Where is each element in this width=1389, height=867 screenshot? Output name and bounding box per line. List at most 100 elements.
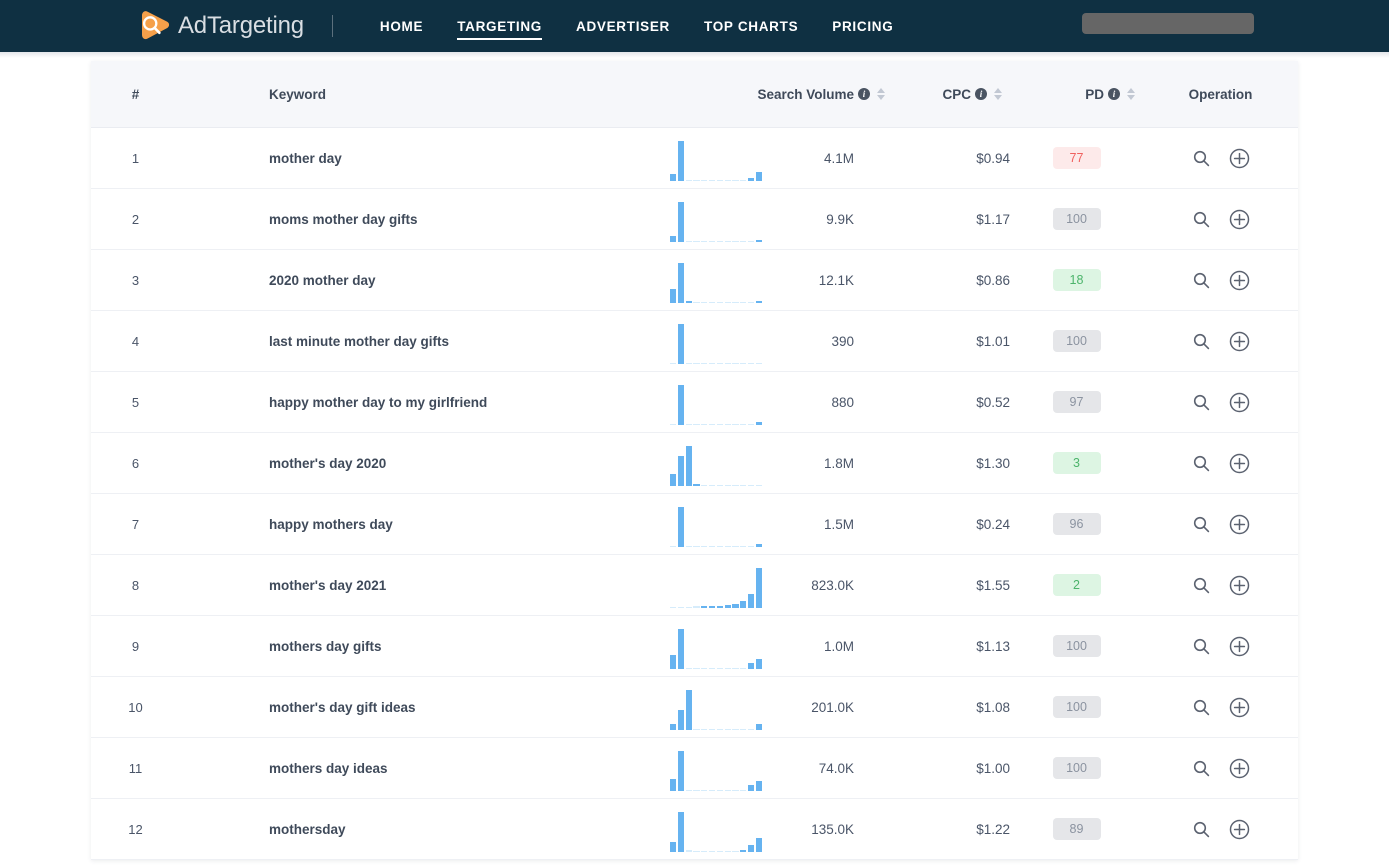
search-icon[interactable]	[1192, 820, 1211, 839]
plus-circle-icon[interactable]	[1229, 148, 1250, 169]
nav-item-top-charts[interactable]: TOP CHARTS	[687, 0, 815, 52]
row-search-volume-value: 9.9K	[826, 211, 854, 227]
row-keyword[interactable]: mother's day 2021	[180, 578, 670, 593]
sparkline-bar	[693, 729, 700, 730]
info-icon[interactable]: i	[975, 88, 987, 100]
table-body: 1 mother day 4.1M $0.94 77 2 moms mother day g…	[91, 128, 1298, 860]
sort-arrows-icon[interactable]	[994, 87, 1002, 101]
row-keyword[interactable]: mothers day gifts	[180, 639, 670, 654]
plus-circle-icon[interactable]	[1229, 270, 1250, 291]
search-icon[interactable]	[1192, 393, 1211, 412]
plus-circle-icon[interactable]	[1229, 697, 1250, 718]
plus-circle-icon[interactable]	[1229, 575, 1250, 596]
sparkline-bar	[677, 324, 685, 364]
table-row[interactable]: 11 mothers day ideas 74.0K $1.00 100	[91, 738, 1298, 799]
row-search-volume-value: 1.8M	[823, 455, 854, 471]
plus-circle-icon[interactable]	[1229, 636, 1250, 657]
table-row[interactable]: 1 mother day 4.1M $0.94 77	[91, 128, 1298, 189]
sparkline-bar	[701, 363, 708, 364]
sparkline-bar	[670, 474, 677, 486]
magnifier-logo-icon	[137, 8, 173, 44]
sparkline-bar	[670, 779, 677, 791]
row-keyword[interactable]: mothersday	[180, 822, 670, 837]
table-row[interactable]: 2 moms mother day gifts 9.9K $1.17 100	[91, 189, 1298, 250]
sparkline-bar	[677, 141, 685, 181]
sparkline-bar	[685, 241, 692, 242]
nav-item-pricing[interactable]: PRICING	[815, 0, 910, 52]
nav-item-targeting[interactable]: TARGETING	[440, 0, 559, 52]
sort-arrows-icon[interactable]	[877, 87, 885, 101]
pd-badge: 89	[1052, 818, 1101, 840]
sparkline-bar	[740, 601, 747, 608]
plus-circle-icon[interactable]	[1229, 819, 1250, 840]
pd-badge: 3	[1052, 452, 1101, 474]
sparkline-bar	[724, 424, 731, 425]
sparkline-bar	[755, 724, 763, 730]
sparkline-bar	[685, 546, 692, 547]
table-row[interactable]: 8 mother's day 2021 823.0K $1.55 2	[91, 555, 1298, 616]
sparkline-bar	[708, 790, 716, 791]
search-volume-sparkline	[670, 501, 763, 547]
plus-circle-icon[interactable]	[1229, 331, 1250, 352]
sort-arrows-icon[interactable]	[1127, 87, 1135, 101]
row-keyword[interactable]: mother day	[180, 151, 670, 166]
info-icon[interactable]: i	[1108, 88, 1120, 100]
row-keyword[interactable]: mothers day ideas	[180, 761, 670, 776]
search-icon[interactable]	[1192, 454, 1211, 473]
row-search-volume: 135.0K	[670, 806, 895, 852]
search-icon[interactable]	[1192, 332, 1211, 351]
row-search-volume: 880	[670, 379, 895, 425]
row-cpc: $1.13	[976, 638, 1010, 654]
table-row[interactable]: 12 mothersday 135.0K $1.22 89	[91, 799, 1298, 860]
table-row[interactable]: 3 2020 mother day 12.1K $0.86 18	[91, 250, 1298, 311]
brand-logo[interactable]: AdTargeting	[137, 0, 304, 52]
table-row[interactable]: 4 last minute mother day gifts 390 $1.01 100	[91, 311, 1298, 372]
table-row[interactable]: 7 happy mothers day 1.5M $0.24 96	[91, 494, 1298, 555]
table-row[interactable]: 10 mother's day gift ideas 201.0K $1.08 100	[91, 677, 1298, 738]
row-operation	[1143, 575, 1298, 596]
sparkline-bar	[685, 690, 692, 730]
sparkline-bar	[716, 851, 724, 852]
search-icon[interactable]	[1192, 210, 1211, 229]
header-search-input[interactable]	[1082, 13, 1254, 34]
row-keyword[interactable]: happy mothers day	[180, 517, 670, 532]
sparkline-bar	[677, 629, 685, 669]
pd-badge: 2	[1052, 574, 1101, 596]
sparkline-bar	[724, 180, 731, 181]
sparkline-bar	[740, 790, 747, 791]
sparkline-bar	[724, 790, 731, 791]
nav-item-advertiser[interactable]: ADVERTISER	[559, 0, 687, 52]
plus-circle-icon[interactable]	[1229, 758, 1250, 779]
table-header-row: # Keyword Search Volume i CPC i PD i Ope…	[91, 61, 1298, 128]
search-icon[interactable]	[1192, 576, 1211, 595]
keyword-table: # Keyword Search Volume i CPC i PD i Ope…	[91, 61, 1298, 860]
info-icon[interactable]: i	[858, 88, 870, 100]
search-icon[interactable]	[1192, 637, 1211, 656]
column-header-search-volume[interactable]: Search Volume i	[670, 87, 895, 102]
table-row[interactable]: 5 happy mother day to my girlfriend 880 $0.…	[91, 372, 1298, 433]
plus-circle-icon[interactable]	[1229, 209, 1250, 230]
nav-item-home[interactable]: HOME	[363, 0, 440, 52]
search-icon[interactable]	[1192, 149, 1211, 168]
nav-divider	[331, 15, 333, 37]
row-keyword[interactable]: 2020 mother day	[180, 273, 670, 288]
sparkline-bar	[701, 302, 708, 303]
row-operation	[1143, 148, 1298, 169]
column-header-cpc[interactable]: CPC i	[895, 87, 1010, 102]
plus-circle-icon[interactable]	[1229, 453, 1250, 474]
plus-circle-icon[interactable]	[1229, 392, 1250, 413]
column-header-pd[interactable]: PD i	[1010, 87, 1143, 102]
row-keyword[interactable]: happy mother day to my girlfriend	[180, 395, 670, 410]
column-header-rank: #	[131, 86, 140, 102]
search-icon[interactable]	[1192, 271, 1211, 290]
table-row[interactable]: 9 mothers day gifts 1.0M $1.13 100	[91, 616, 1298, 677]
table-row[interactable]: 6 mother's day 2020 1.8M $1.30 3	[91, 433, 1298, 494]
search-icon[interactable]	[1192, 698, 1211, 717]
search-icon[interactable]	[1192, 759, 1211, 778]
search-icon[interactable]	[1192, 515, 1211, 534]
row-keyword[interactable]: mother's day 2020	[180, 456, 670, 471]
row-keyword[interactable]: last minute mother day gifts	[180, 334, 670, 349]
plus-circle-icon[interactable]	[1229, 514, 1250, 535]
row-keyword[interactable]: moms mother day gifts	[180, 212, 670, 227]
row-keyword[interactable]: mother's day gift ideas	[180, 700, 670, 715]
